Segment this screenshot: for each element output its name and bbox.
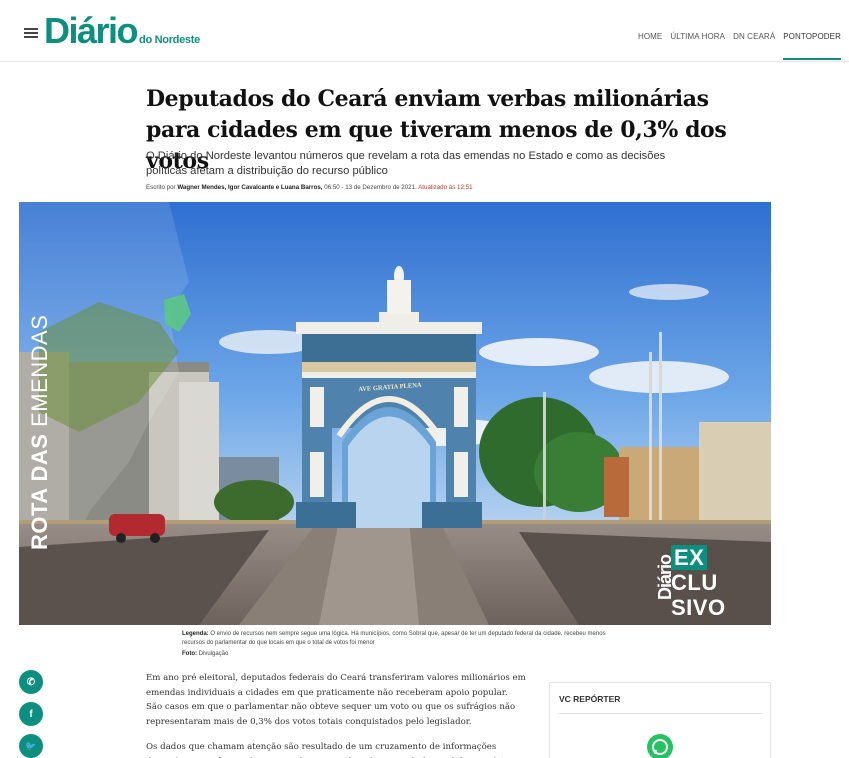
byline-published: 06:50 - 13 de Dezembro de 2021. bbox=[322, 184, 417, 191]
exclusive-line-1: EX bbox=[671, 545, 708, 570]
whatsapp-icon[interactable] bbox=[647, 734, 673, 758]
twitter-share-button[interactable]: 🐦 bbox=[19, 734, 43, 758]
share-bar: ✆ f 🐦 bbox=[19, 670, 43, 758]
whatsapp-icon: ✆ bbox=[26, 676, 36, 688]
image-caption: Legenda: O envio de recursos nem sempre … bbox=[182, 630, 612, 659]
byline-updated: Atualizado às 12:51 bbox=[416, 184, 473, 191]
caption-text-block: Legenda: O envio de recursos nem sempre … bbox=[182, 630, 612, 648]
credit-label: Foto: bbox=[182, 651, 197, 657]
whatsapp-share-button[interactable]: ✆ bbox=[19, 670, 43, 694]
widget-title: VC REPÓRTER bbox=[559, 694, 621, 704]
divider bbox=[559, 713, 762, 714]
hero-tag-text: ROTA DAS EMENDAS bbox=[27, 300, 53, 550]
exclusive-badge: Diário EX CLU SIVO bbox=[649, 545, 761, 625]
byline-prefix: Escrito por bbox=[146, 184, 176, 191]
logo-sub: do Nordeste bbox=[139, 34, 200, 46]
caption-label: Legenda: bbox=[182, 631, 209, 637]
credit-text: Divulgação bbox=[197, 651, 229, 657]
paragraph: Os dados que chamam atenção são resultad… bbox=[146, 742, 524, 758]
hero-tag-bold: ROTA DAS bbox=[27, 433, 52, 550]
hero-image: ROTA DAS EMENDAS AVE GRATIA PLENA Diário… bbox=[19, 202, 771, 625]
nav-pontopoder[interactable]: PONTOPODER bbox=[783, 32, 841, 60]
menu-icon[interactable] bbox=[24, 28, 38, 38]
paragraph: Em ano pré eleitoral, deputados federais… bbox=[146, 673, 526, 727]
logo-main: Diário bbox=[44, 10, 139, 51]
top-nav: HOME ÚLTIMA HORA DN CEARÁ PONTOPODER bbox=[638, 32, 841, 60]
site-header: Diário do Nordeste HOME ÚLTIMA HORA DN C… bbox=[0, 0, 849, 62]
byline: Escrito por Wagner Mendes, Igor Cavalcan… bbox=[146, 184, 473, 191]
facebook-icon: f bbox=[29, 708, 33, 720]
byline-authors: Wagner Mendes, Igor Cavalcante e Luana B… bbox=[177, 184, 323, 191]
article-body: Em ano pré eleitoral, deputados federais… bbox=[146, 671, 526, 758]
nav-dn-ceara[interactable]: DN CEARÁ bbox=[733, 32, 775, 60]
site-logo[interactable]: Diário do Nordeste bbox=[44, 12, 200, 50]
facebook-share-button[interactable]: f bbox=[19, 702, 43, 726]
twitter-icon: 🐦 bbox=[25, 740, 37, 751]
hero-tag: ROTA DAS EMENDAS bbox=[27, 294, 53, 554]
exclusive-lines: EX CLU SIVO bbox=[671, 545, 757, 620]
exclusive-line-3: SIVO bbox=[671, 595, 726, 620]
nav-home[interactable]: HOME bbox=[638, 32, 662, 60]
caption-text: O envio de recursos nem sempre segue uma… bbox=[182, 631, 606, 646]
article-subtitle: O Diário do Nordeste levantou números qu… bbox=[146, 150, 666, 177]
hero-tag-thin: EMENDAS bbox=[27, 314, 52, 427]
exclusive-line-2: CLU bbox=[671, 570, 718, 595]
nav-ultima-hora[interactable]: ÚLTIMA HORA bbox=[670, 32, 725, 60]
vc-reporter-widget: VC REPÓRTER bbox=[549, 682, 771, 758]
photo-credit: Foto: Divulgação bbox=[182, 650, 612, 659]
